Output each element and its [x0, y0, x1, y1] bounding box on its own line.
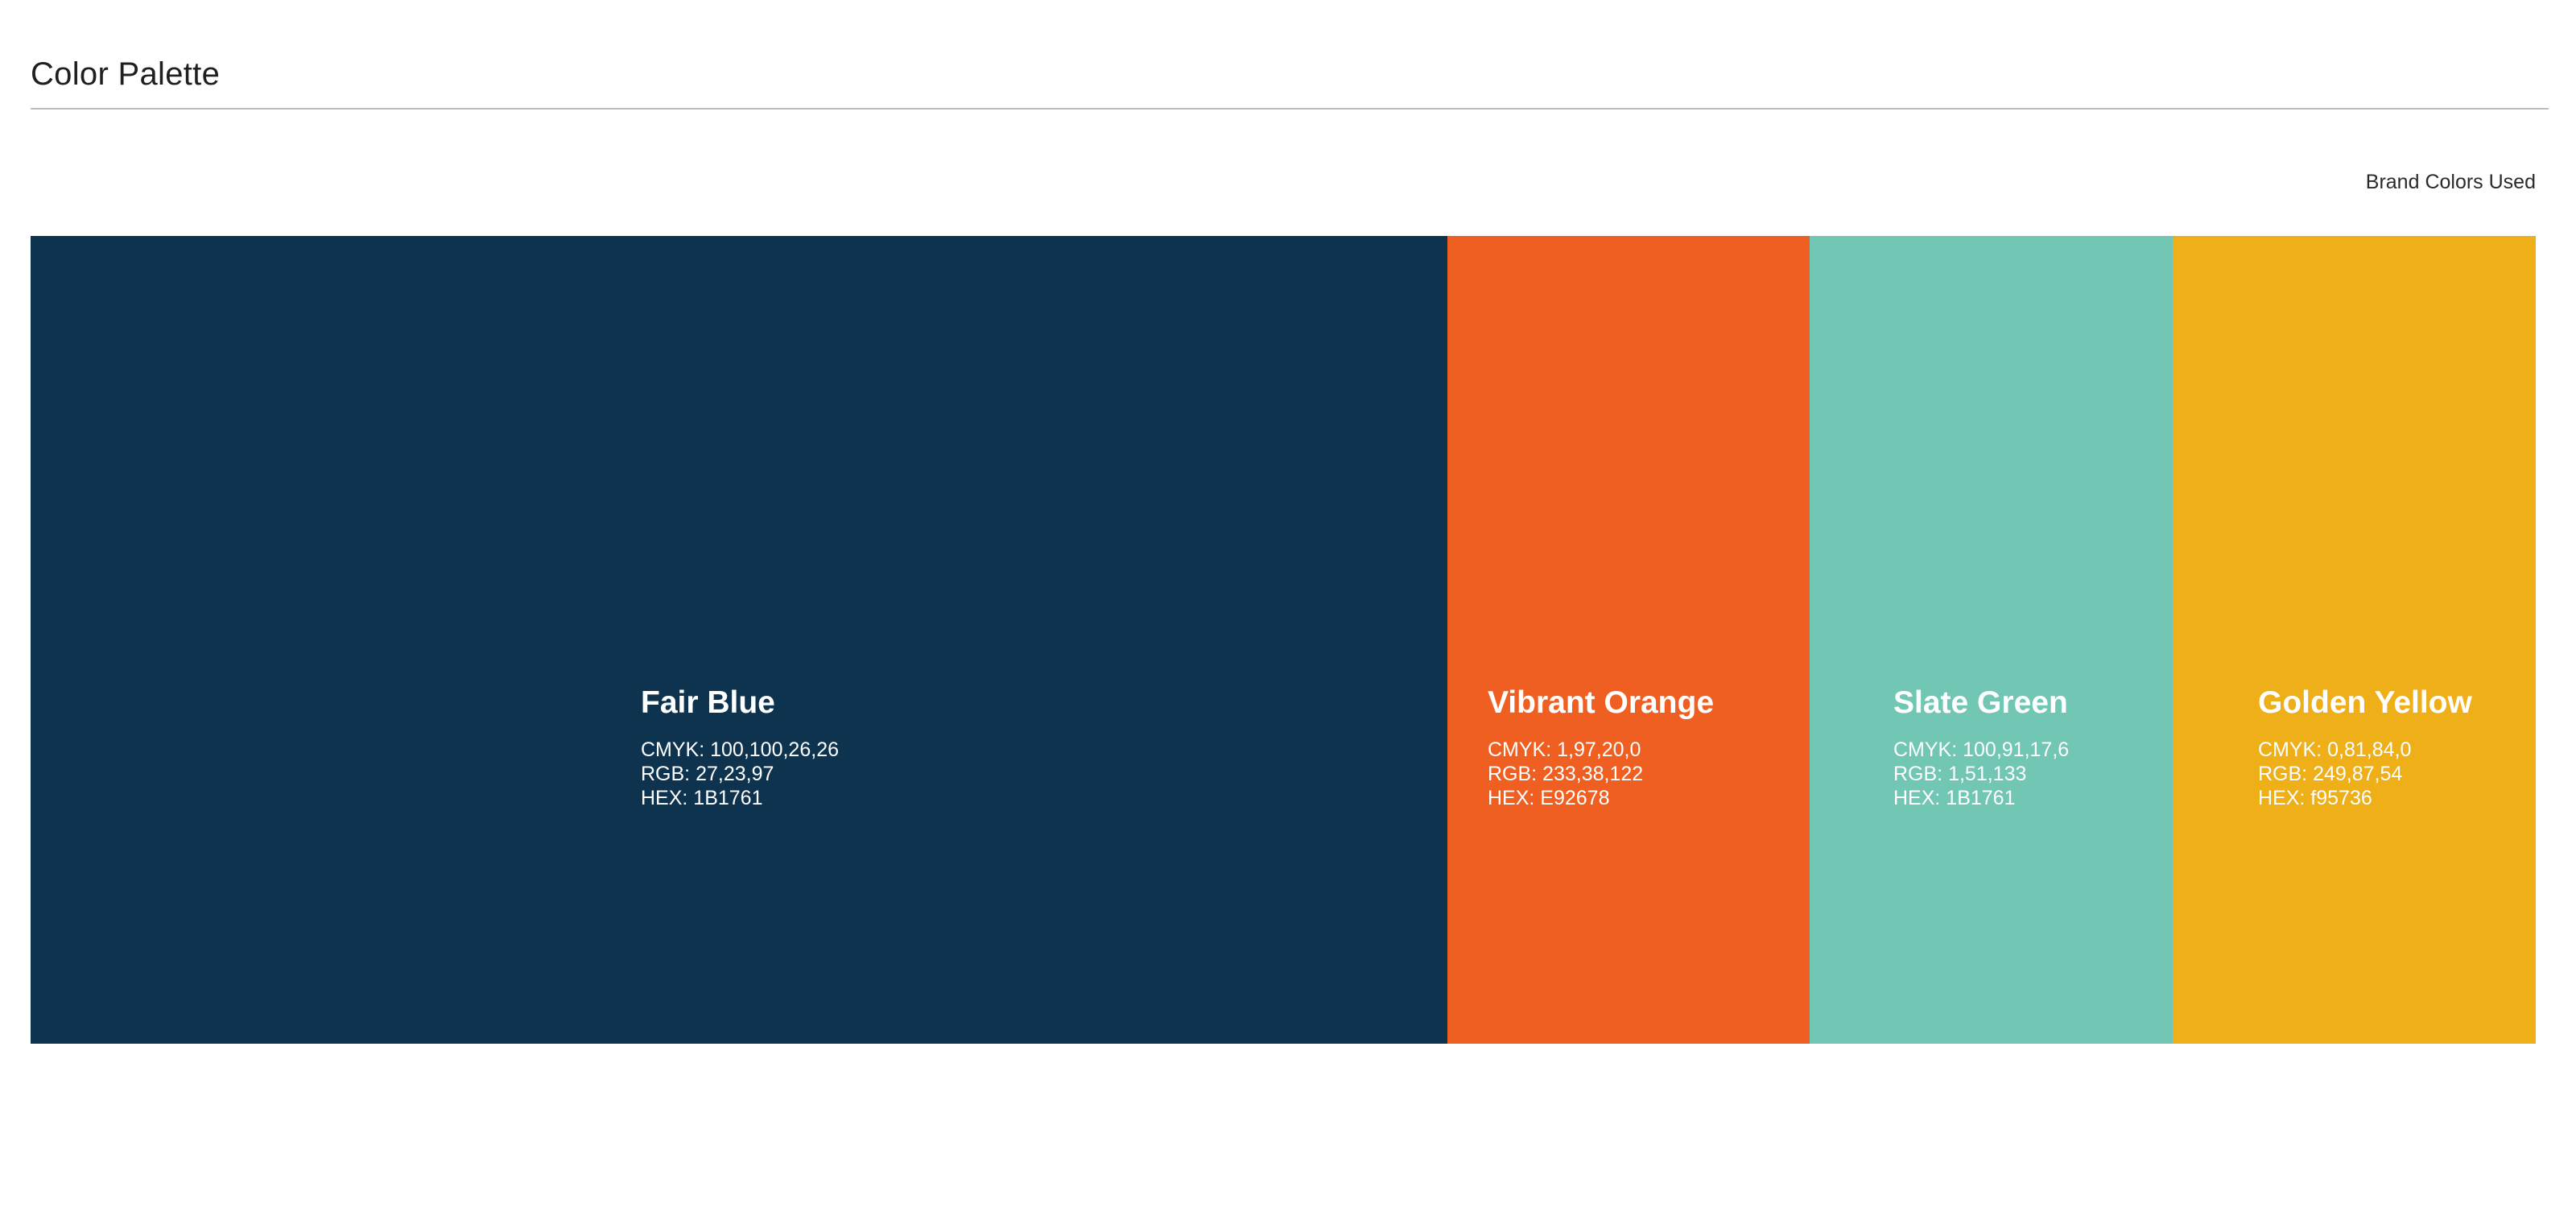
swatch-hex: HEX: f95736 — [2258, 787, 2372, 809]
swatch-rgb: RGB: 1,51,133 — [1893, 763, 2027, 785]
swatch-cmyk: CMYK: 0,81,84,0 — [2258, 738, 2412, 761]
title-divider — [31, 108, 2549, 110]
swatch-rgb: RGB: 249,87,54 — [2258, 763, 2403, 785]
swatch-hex: HEX: E92678 — [1488, 787, 1610, 809]
swatch-slate-green: Slate Green CMYK: 100,91,17,6 RGB: 1,51,… — [1810, 236, 2173, 1044]
swatch-info: Vibrant Orange CMYK: 1,97,20,0 RGB: 233,… — [1488, 687, 1714, 810]
page-title: Color Palette — [31, 56, 221, 92]
swatch-fair-blue: Fair Blue CMYK: 100,100,26,26 RGB: 27,23… — [31, 236, 1447, 1044]
palette-subtitle: Brand Colors Used — [2365, 171, 2536, 193]
swatch-cmyk: CMYK: 100,91,17,6 — [1893, 738, 2070, 761]
color-palette: Fair Blue CMYK: 100,100,26,26 RGB: 27,23… — [31, 236, 2536, 1044]
swatch-name: Fair Blue — [641, 685, 775, 720]
swatch-info: Golden Yellow CMYK: 0,81,84,0 RGB: 249,8… — [2258, 687, 2472, 810]
swatch-name: Slate Green — [1893, 685, 2068, 720]
swatch-hex: HEX: 1B1761 — [1893, 787, 2016, 809]
swatch-hex: HEX: 1B1761 — [641, 787, 763, 809]
swatch-info: Fair Blue CMYK: 100,100,26,26 RGB: 27,23… — [641, 687, 839, 810]
swatch-rgb: RGB: 27,23,97 — [641, 763, 774, 785]
swatch-info: Slate Green CMYK: 100,91,17,6 RGB: 1,51,… — [1893, 687, 2069, 810]
swatch-name: Vibrant Orange — [1488, 685, 1715, 720]
swatch-golden-yellow: Golden Yellow CMYK: 0,81,84,0 RGB: 249,8… — [2173, 236, 2536, 1044]
swatch-rgb: RGB: 233,38,122 — [1488, 763, 1644, 785]
swatch-name: Golden Yellow — [2258, 685, 2472, 720]
swatch-cmyk: CMYK: 1,97,20,0 — [1488, 738, 1641, 761]
swatch-cmyk: CMYK: 100,100,26,26 — [641, 738, 839, 761]
swatch-vibrant-orange: Vibrant Orange CMYK: 1,97,20,0 RGB: 233,… — [1447, 236, 1810, 1044]
